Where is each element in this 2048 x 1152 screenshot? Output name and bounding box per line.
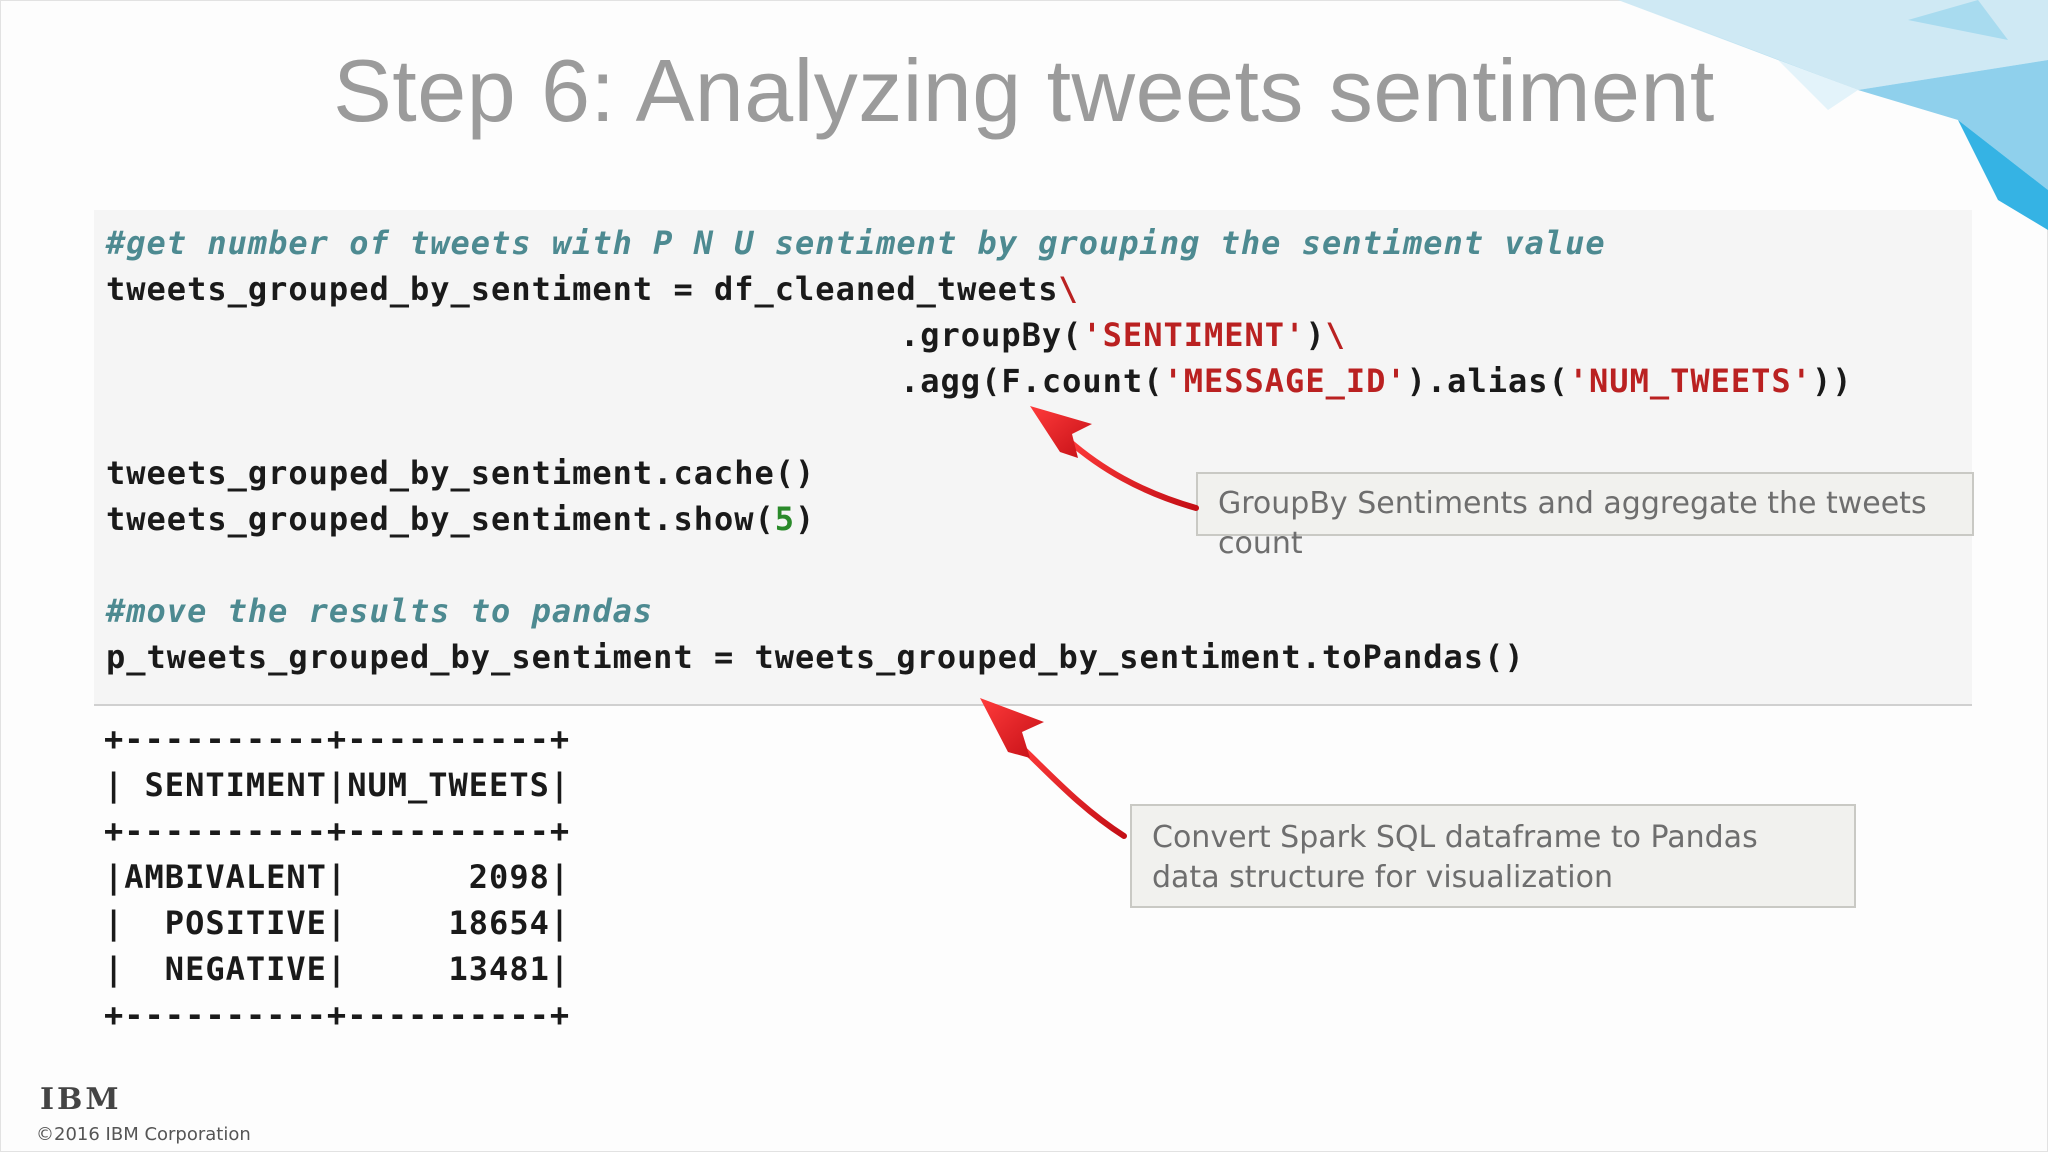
code-text: )) xyxy=(1811,362,1853,400)
string-literal: 'NUM_TWEETS' xyxy=(1568,362,1812,400)
code-line: tweets_grouped_by_sentiment.show(5) xyxy=(106,500,815,538)
code-text: tweets_grouped_by_sentiment.show( xyxy=(106,500,775,538)
code-line: p_tweets_grouped_by_sentiment = tweets_g… xyxy=(106,638,1525,676)
code-text: ) xyxy=(795,500,816,538)
slide-title: Step 6: Analyzing tweets sentiment xyxy=(333,41,1715,140)
slide: Step 6: Analyzing tweets sentiment #get … xyxy=(0,0,2048,1152)
output-table-row: | POSITIVE| 18654| xyxy=(104,904,571,942)
code-text: .agg(F.count( xyxy=(900,362,1164,400)
output-table-row: |AMBIVALENT| 2098| xyxy=(104,858,571,896)
number-literal: 5 xyxy=(774,500,796,538)
output-table-header: | SENTIMENT|NUM_TWEETS| xyxy=(104,766,571,804)
callout-groupby: GroupBy Sentiments and aggregate the twe… xyxy=(1196,472,1974,561)
string-literal: 'SENTIMENT' xyxy=(1082,316,1306,354)
line-continuation: \ xyxy=(1325,316,1346,354)
code-line: tweets_grouped_by_sentiment = df_cleaned… xyxy=(106,270,1079,308)
code-comment-line: #move the results to pandas xyxy=(106,592,654,630)
string-literal: 'MESSAGE_ID' xyxy=(1163,362,1407,400)
code-text: ) xyxy=(1305,316,1326,354)
output-table-border: +----------+----------+ xyxy=(104,720,571,758)
code-cell: #get number of tweets with P N U sentime… xyxy=(94,210,1972,706)
line-continuation: \ xyxy=(1058,270,1079,308)
output-table-row: | NEGATIVE| 13481| xyxy=(104,950,571,988)
code-text: .groupBy( xyxy=(900,316,1083,354)
code-line: tweets_grouped_by_sentiment.cache() xyxy=(106,454,816,492)
callout-pandas: Convert Spark SQL dataframe to Pandas da… xyxy=(1130,804,1856,908)
code-text: ).alias( xyxy=(1406,362,1569,400)
code-comment-line: #get number of tweets with P N U sentime… xyxy=(106,224,1606,262)
copyright-text: ©2016 IBM Corporation xyxy=(36,1124,251,1145)
code-text: tweets_grouped_by_sentiment = df_cleaned… xyxy=(106,270,1059,308)
output-table-border: +----------+----------+ xyxy=(104,812,571,850)
code-line: .groupBy('SENTIMENT')\ xyxy=(900,316,1346,354)
ibm-logo: IBM xyxy=(40,1082,122,1117)
code-line: .agg(F.count('MESSAGE_ID').alias('NUM_TW… xyxy=(900,362,1852,400)
output-table-border: +----------+----------+ xyxy=(104,996,571,1034)
